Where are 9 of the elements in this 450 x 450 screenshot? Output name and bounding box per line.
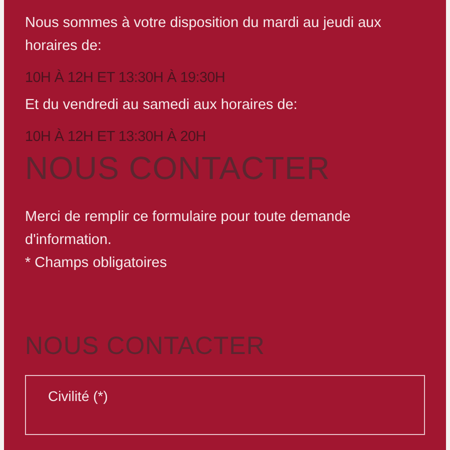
form-description: Merci de remplir ce formulaire pour toute demande d'information. [25, 208, 352, 250]
form-heading: NOUS CONTACTER [25, 333, 266, 361]
select-field[interactable]: Civilité (*) [25, 374, 425, 435]
section-heading: NOUS CONTACTER [25, 151, 332, 186]
availability-text: Et du vendredi au samedi aux horaires de: [25, 96, 298, 115]
hours-text: 10H À 12H ET 13:30H À 19:30H [25, 70, 226, 86]
required-note: * Champs obligatoires [25, 254, 168, 274]
hours-text: 10H À 12H ET 13:30H À 20H [25, 129, 207, 145]
availability-text: Nous sommes à votre disposition du mardi au jeudi aux horaires de: [25, 14, 382, 56]
